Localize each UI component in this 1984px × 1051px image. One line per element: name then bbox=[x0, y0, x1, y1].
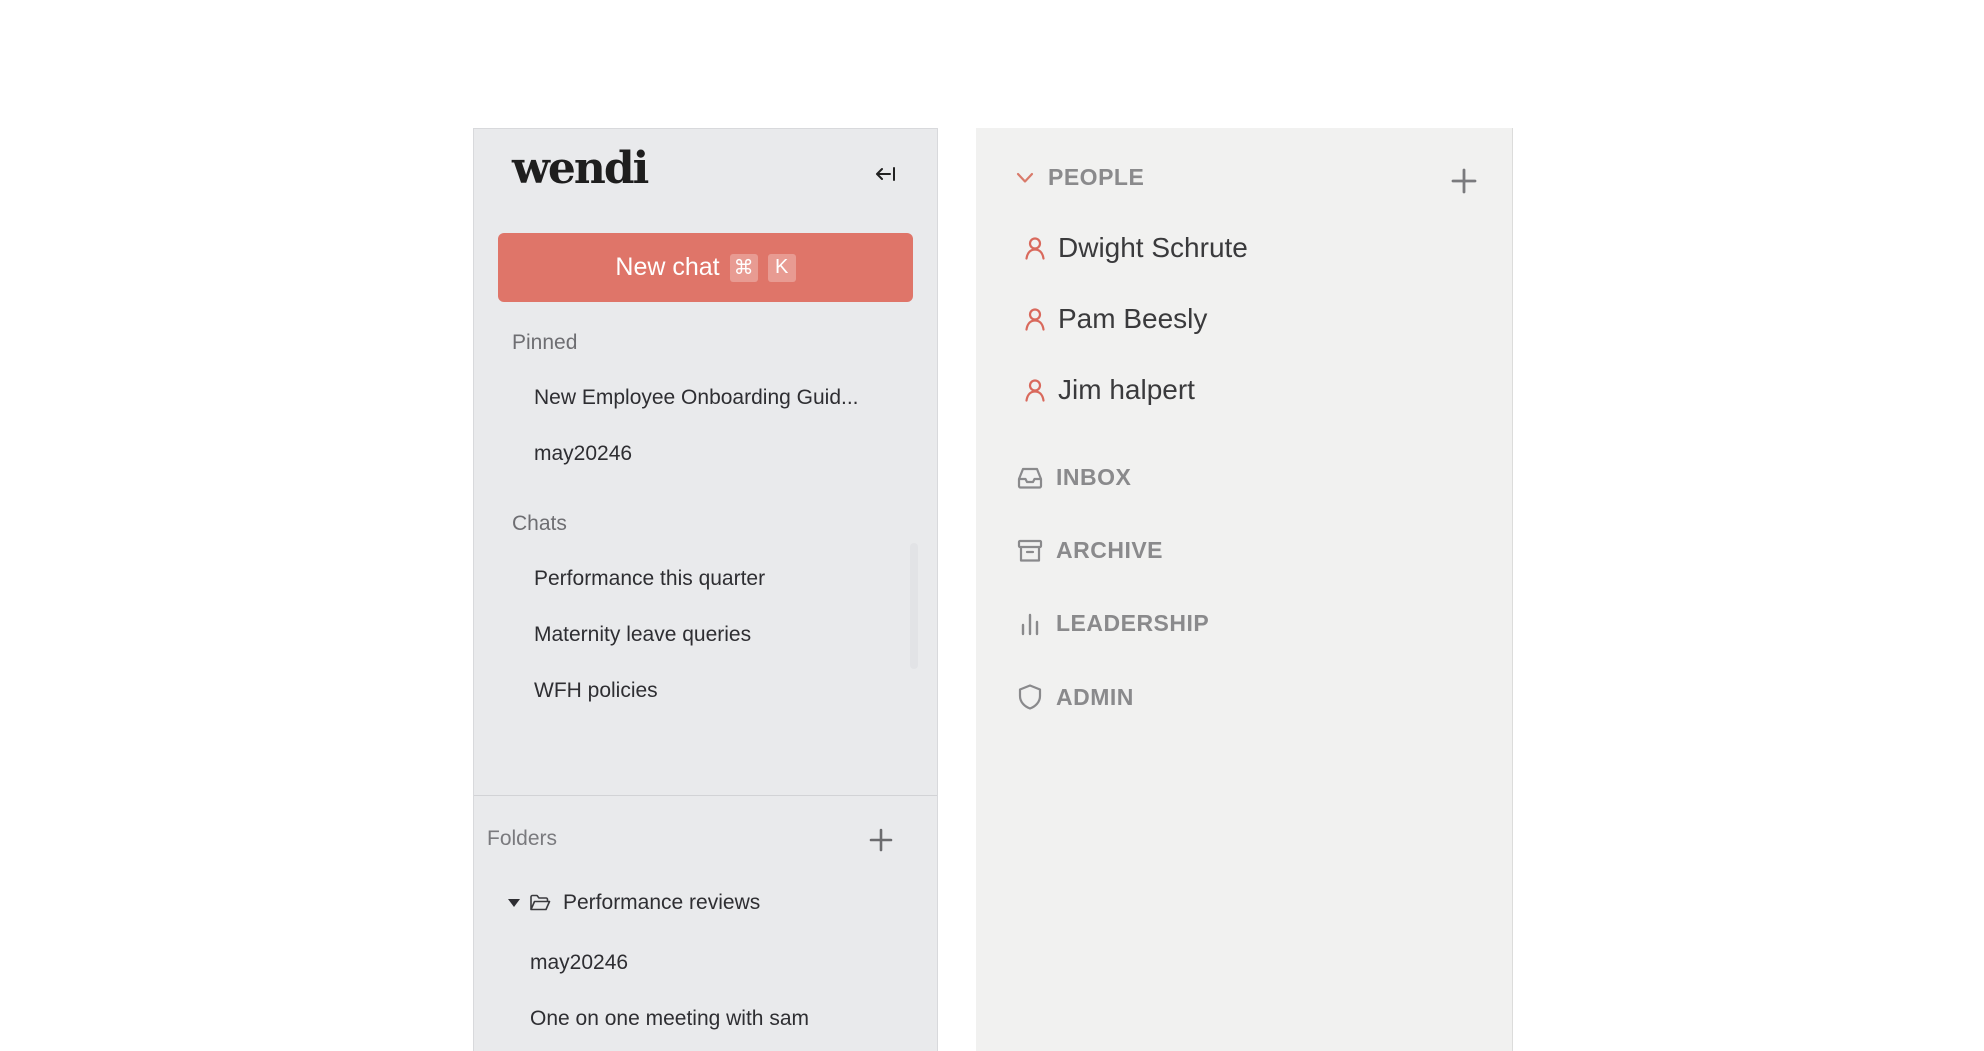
folder-performance-reviews[interactable]: Performance reviews bbox=[507, 891, 760, 915]
admin-label: ADMIN bbox=[1056, 683, 1134, 710]
shortcut-command-key: ⌘ bbox=[729, 253, 758, 282]
archive-icon bbox=[1017, 539, 1043, 562]
person-name: Jim halpert bbox=[1058, 374, 1195, 405]
nav-archive[interactable]: ARCHIVE bbox=[1016, 537, 1163, 564]
chevron-down-icon bbox=[1016, 172, 1034, 183]
folders-section-label: Folders bbox=[487, 827, 558, 850]
folder-item[interactable]: One on one meeting with sam bbox=[530, 1007, 809, 1031]
new-chat-button[interactable]: New chat ⌘ K bbox=[498, 233, 913, 302]
add-person-button[interactable] bbox=[1449, 166, 1479, 196]
collapse-sidebar-button[interactable] bbox=[870, 161, 900, 187]
pinned-item[interactable]: may20246 bbox=[534, 442, 632, 466]
person-name: Pam Beesly bbox=[1058, 303, 1208, 334]
folder-name: Performance reviews bbox=[563, 891, 761, 914]
app-root: wendi New chat ⌘ K Pinned New Employee O… bbox=[0, 0, 1984, 1051]
nav-leadership[interactable]: LEADERSHIP bbox=[1016, 610, 1209, 637]
sidebar: wendi New chat ⌘ K Pinned New Employee O… bbox=[473, 128, 938, 1051]
add-folder-button[interactable] bbox=[867, 826, 895, 854]
bar-chart-icon bbox=[1021, 613, 1039, 635]
person-jim-halpert[interactable]: Jim halpert bbox=[1024, 374, 1195, 406]
chats-scrollbar[interactable] bbox=[910, 543, 918, 669]
nav-admin[interactable]: ADMIN bbox=[1016, 683, 1134, 711]
archive-label: ARCHIVE bbox=[1056, 537, 1164, 563]
people-section-toggle[interactable]: PEOPLE bbox=[1016, 164, 1144, 191]
folder-item[interactable]: may20246 bbox=[530, 951, 628, 975]
sidebar-divider bbox=[474, 795, 937, 796]
app-logo: wendi bbox=[512, 143, 649, 194]
user-icon bbox=[1025, 379, 1045, 402]
user-icon bbox=[1025, 308, 1045, 331]
person-pam-beesly[interactable]: Pam Beesly bbox=[1024, 303, 1207, 335]
navigation-panel: PEOPLE Dwight Schrute Pam Beesly Jim hal… bbox=[976, 128, 1513, 1051]
leadership-label: LEADERSHIP bbox=[1056, 610, 1210, 636]
plus-icon bbox=[1451, 168, 1477, 194]
inbox-icon bbox=[1017, 467, 1043, 489]
pinned-item[interactable]: New Employee Onboarding Guid... bbox=[534, 386, 859, 410]
folder-open-icon bbox=[530, 894, 551, 911]
user-icon bbox=[1025, 237, 1045, 260]
pinned-section-label: Pinned bbox=[512, 331, 578, 354]
inbox-label: INBOX bbox=[1056, 464, 1132, 490]
people-section-label: PEOPLE bbox=[1048, 164, 1145, 190]
person-dwight-schrute[interactable]: Dwight Schrute bbox=[1024, 232, 1248, 264]
shortcut-k-key: K bbox=[767, 253, 796, 282]
chat-item[interactable]: WFH policies bbox=[534, 679, 658, 703]
person-name: Dwight Schrute bbox=[1058, 232, 1248, 263]
plus-icon bbox=[869, 828, 893, 852]
chats-section-label: Chats bbox=[512, 512, 567, 535]
new-chat-label: New chat bbox=[615, 253, 720, 281]
nav-inbox[interactable]: INBOX bbox=[1016, 464, 1131, 491]
shield-icon bbox=[1018, 684, 1042, 710]
chat-item[interactable]: Performance this quarter bbox=[534, 567, 765, 591]
collapse-arrow-icon bbox=[876, 167, 895, 181]
chat-item[interactable]: Maternity leave queries bbox=[534, 623, 751, 647]
caret-down-icon bbox=[508, 899, 520, 907]
